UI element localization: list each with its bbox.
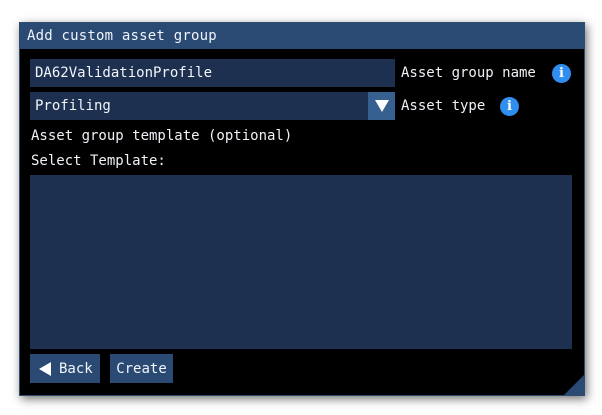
template-list[interactable] bbox=[30, 175, 572, 349]
back-button-label: Back bbox=[59, 360, 93, 377]
dialog-title: Add custom asset group bbox=[27, 28, 217, 44]
add-asset-group-dialog: Add custom asset group DA62ValidationPro… bbox=[19, 22, 585, 396]
page: Add custom asset group DA62ValidationPro… bbox=[0, 0, 602, 415]
triangle-left-icon bbox=[39, 361, 51, 376]
template-heading: Asset group template (optional) bbox=[31, 128, 293, 144]
dialog-titlebar[interactable]: Add custom asset group bbox=[20, 23, 584, 49]
asset-type-label: Asset type bbox=[401, 98, 486, 114]
back-button[interactable]: Back bbox=[30, 354, 100, 383]
asset-group-name-label: Asset group name bbox=[401, 65, 536, 81]
asset-type-dropdown-button[interactable] bbox=[368, 92, 395, 120]
asset-type-select[interactable]: Profiling bbox=[30, 92, 368, 120]
asset-group-name-input[interactable]: DA62ValidationProfile bbox=[30, 59, 395, 87]
triangle-down-icon bbox=[374, 100, 389, 112]
create-button-label: Create bbox=[116, 360, 167, 377]
resize-grip-icon[interactable] bbox=[564, 375, 584, 395]
asset-group-name-info-icon[interactable]: i bbox=[552, 64, 571, 83]
create-button[interactable]: Create bbox=[110, 354, 173, 383]
select-template-label: Select Template: bbox=[31, 153, 166, 169]
asset-type-info-icon[interactable]: i bbox=[500, 97, 519, 116]
